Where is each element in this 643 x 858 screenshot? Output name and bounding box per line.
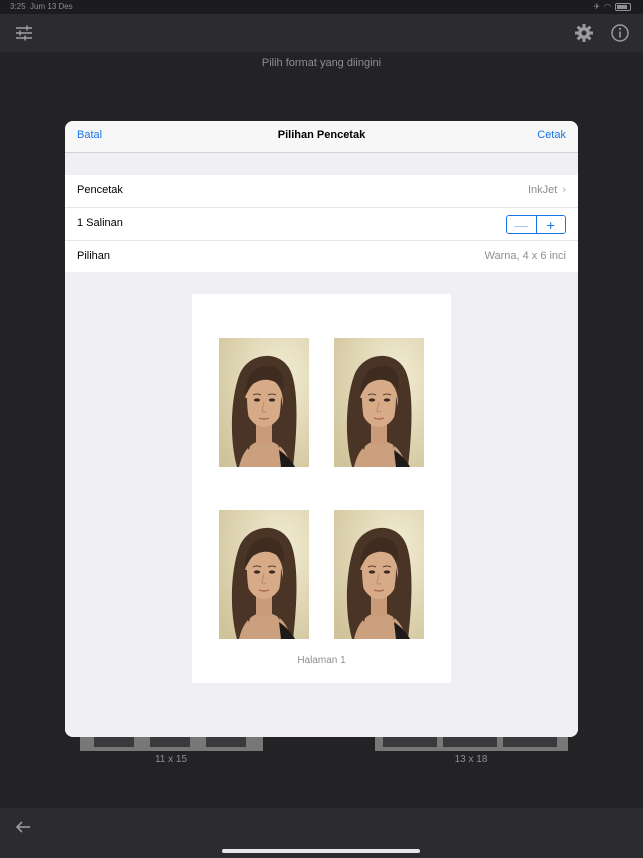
passport-photo (334, 510, 424, 639)
printer-row[interactable]: Pencetak InkJet › (65, 175, 578, 208)
portrait-image (334, 338, 424, 467)
page-label: Halaman 1 (297, 655, 346, 666)
dialog-header: Batal Pilihan Pencetak Cetak (65, 121, 578, 153)
passport-photo (219, 338, 309, 467)
copies-label: 1 Salinan (77, 217, 123, 229)
passport-photo (334, 338, 424, 467)
status-icons: ✈ ◠ (593, 0, 631, 14)
format-label: 11 x 15 (154, 754, 188, 765)
print-button[interactable]: Cetak (537, 129, 566, 141)
copies-stepper[interactable]: — + (506, 215, 566, 234)
wifi-icon: ◠ (604, 2, 611, 11)
chevron-right-icon: › (562, 184, 566, 196)
print-options-dialog: Batal Pilihan Pencetak Cetak Pencetak In… (65, 121, 578, 737)
increment-button[interactable]: + (536, 216, 565, 233)
airplane-icon: ✈ (593, 2, 601, 11)
print-settings-list: Pencetak InkJet › 1 Salinan — + Pilihan W… (65, 175, 578, 273)
options-label: Pilihan (77, 250, 111, 262)
battery-icon (615, 3, 631, 11)
printer-value: InkJet › (527, 184, 566, 196)
format-hint: Pilih format yang diingini (261, 57, 382, 69)
decrement-button[interactable]: — (507, 216, 537, 233)
printer-label: Pencetak (77, 184, 123, 196)
status-bar: 3:25 Jum 13 Des ✈ ◠ (0, 0, 643, 14)
options-row[interactable]: Pilihan Warna, 4 x 6 inci (65, 241, 578, 273)
top-toolbar (0, 14, 643, 52)
passport-photo (219, 510, 309, 639)
status-time: 3:25 Jum 13 Des (10, 2, 73, 11)
portrait-image (219, 510, 309, 639)
back-arrow-icon[interactable] (14, 818, 32, 836)
options-value: Warna, 4 x 6 inci (484, 250, 566, 262)
format-label: 13 x 18 (454, 754, 488, 765)
info-icon[interactable] (609, 22, 631, 44)
print-preview-page[interactable]: Halaman 1 (192, 294, 451, 683)
copies-row: 1 Salinan — + (65, 208, 578, 241)
sliders-icon[interactable] (13, 22, 35, 44)
gear-icon[interactable] (573, 22, 595, 44)
portrait-image (219, 338, 309, 467)
portrait-image (334, 510, 424, 639)
dialog-title: Pilihan Pencetak (277, 129, 366, 141)
home-indicator[interactable] (222, 849, 420, 853)
print-preview-area: Halaman 1 (65, 272, 578, 737)
